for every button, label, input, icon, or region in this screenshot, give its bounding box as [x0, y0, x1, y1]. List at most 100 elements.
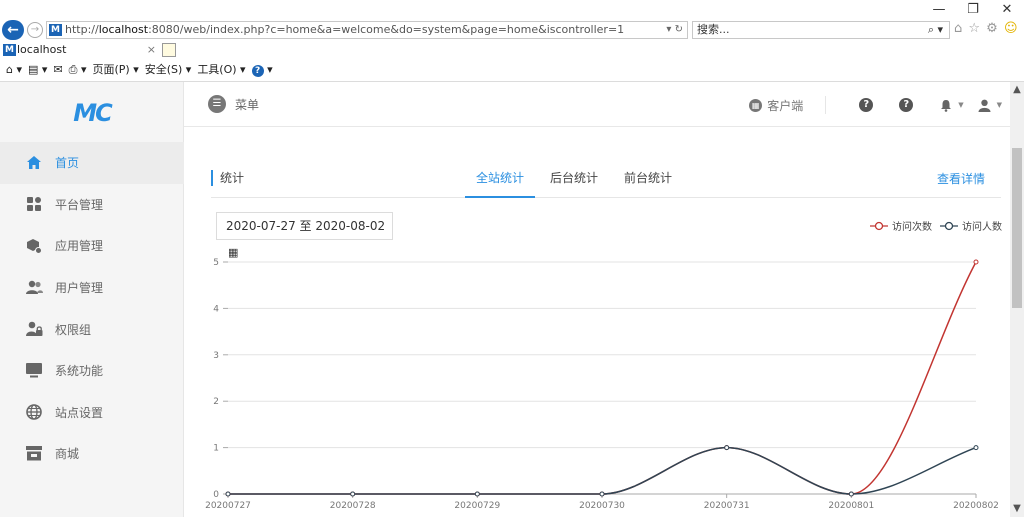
- menu-toggle-button[interactable]: ☰ 菜单: [208, 95, 259, 113]
- sidebar-item-platform[interactable]: 平台管理: [0, 184, 184, 226]
- tab-close-icon[interactable]: ×: [147, 41, 156, 59]
- stats-tabs: 全站统计 后台统计 前台统计: [465, 162, 687, 198]
- top-navbar: ☰ 菜单 ▦ 客户端 ? ? ▼ ▼: [184, 82, 1010, 127]
- tab-site-stats[interactable]: 全站统计: [465, 162, 536, 198]
- chevron-down-icon: ▼: [958, 101, 964, 109]
- close-window-button[interactable]: ✕: [990, 0, 1024, 20]
- data-point-1-4: [724, 445, 730, 451]
- home-star-gear-icons[interactable]: ⌂ ☆ ⚙: [954, 21, 999, 36]
- refresh-icon[interactable]: ▾ ↻: [666, 22, 683, 38]
- view-details-link[interactable]: 查看详情: [937, 170, 985, 187]
- menu-icon: ☰: [208, 95, 226, 113]
- feedback-smile-icon[interactable]: ☺: [1004, 21, 1019, 36]
- command-bar: ⌂ ▾ ▤ ▾ ✉ ⎙ ▾ 页面(P) ▾ 安全(S) ▾ 工具(O) ▾ ? …: [0, 60, 1024, 80]
- y-tick-label: 3: [213, 351, 219, 361]
- sidebar-item-label: 商城: [55, 447, 80, 462]
- sidebar-item-apps[interactable]: 应用管理: [0, 225, 184, 267]
- restore-button[interactable]: ❐: [956, 0, 990, 20]
- legend-label-visits: 访问次数: [892, 222, 932, 233]
- scroll-thumb[interactable]: [1012, 148, 1022, 308]
- series-line-0: [228, 261, 977, 495]
- chevron-down-icon: ▼: [996, 101, 1002, 109]
- legend-item-visitors[interactable]: 访问人数: [940, 218, 1002, 233]
- data-point-1-1: [350, 491, 356, 497]
- globe-icon: [25, 403, 43, 421]
- tab-frontend-stats[interactable]: 前台统计: [613, 162, 683, 198]
- legend-swatch-visitors: [940, 221, 958, 230]
- browser-search-input[interactable]: 搜索... ⌕ ▾: [692, 21, 950, 39]
- y-tick-label: 0: [213, 490, 219, 500]
- tab-backend-stats[interactable]: 后台统计: [539, 162, 609, 198]
- forward-button[interactable]: →: [27, 22, 43, 38]
- app-logo[interactable]: MC: [0, 82, 184, 142]
- page-menu[interactable]: 页面(P) ▾: [92, 60, 138, 80]
- date-range-picker[interactable]: 2020-07-27 至 2020-08-02 ▦: [216, 212, 393, 259]
- address-bar[interactable]: M http://localhost:8080/web/index.php?c=…: [46, 21, 688, 39]
- help-icon[interactable]: ?: [859, 98, 874, 112]
- sidebar-item-users[interactable]: 用户管理: [0, 267, 184, 309]
- feeds-menu[interactable]: ▤ ▾: [28, 60, 47, 80]
- url-host: localhost: [98, 23, 149, 36]
- user-lock-icon: [25, 320, 43, 338]
- new-tab-button[interactable]: [162, 43, 176, 57]
- sidebar-item-label: 首页: [55, 156, 80, 171]
- navigation-bar: ← → M http://localhost:8080/web/index.ph…: [0, 20, 1024, 40]
- series-line-1: [228, 446, 977, 495]
- sidebar-menu: 首页 平台管理 应用管理 用户管理 权限组 系统功能 站点设置 商城: [0, 142, 184, 475]
- notifications-dropdown[interactable]: ▼: [940, 99, 964, 112]
- sidebar-item-system[interactable]: 系统功能: [0, 350, 184, 392]
- browser-toolbar-icons[interactable]: ⌂ ☆ ⚙ ☺: [954, 21, 1019, 36]
- chart-legend: 访问次数 访问人数: [862, 218, 1002, 233]
- client-link[interactable]: ▦ 客户端: [749, 96, 827, 114]
- browser-tab[interactable]: M localhost ×: [0, 41, 158, 59]
- user-icon: [978, 99, 991, 112]
- stats-header: 统计 全站统计 后台统计 前台统计 查看详情: [211, 162, 1001, 198]
- sidebar-item-label: 用户管理: [55, 281, 104, 296]
- sidebar-item-shop[interactable]: 商城: [0, 433, 184, 475]
- y-tick-label: 2: [213, 397, 219, 407]
- mail-icon[interactable]: ✉: [53, 60, 62, 80]
- bell-icon: [941, 99, 952, 112]
- scroll-up-icon[interactable]: ▲: [1010, 82, 1024, 98]
- data-point-0-6: [973, 259, 979, 265]
- back-button[interactable]: ←: [2, 20, 24, 40]
- url-rest: :8080/web/index.php?c=home&a=welcome&do=…: [148, 23, 625, 36]
- legend-item-visits[interactable]: 访问次数: [870, 218, 932, 233]
- window-controls: — ❐ ✕: [922, 0, 1024, 20]
- help-icon-secondary[interactable]: ?: [899, 98, 914, 112]
- sidebar-item-label: 平台管理: [55, 197, 104, 212]
- menu-toggle-label: 菜单: [235, 97, 260, 112]
- x-tick-label: 20200731: [704, 501, 750, 511]
- main-content: 统计 全站统计 后台统计 前台统计 查看详情 2020-07-27 至 2020…: [184, 127, 1010, 517]
- sidebar-item-permission-groups[interactable]: 权限组: [0, 308, 184, 350]
- tab-favicon-icon: M: [3, 44, 16, 56]
- data-point-1-0: [225, 491, 231, 497]
- y-tick-label: 1: [213, 444, 219, 454]
- sidebar-item-label: 权限组: [55, 322, 92, 337]
- search-icon[interactable]: ⌕ ▾: [928, 22, 943, 38]
- x-tick-label: 20200801: [828, 501, 874, 511]
- app-root: MC 首页 平台管理 应用管理 用户管理 权限组 系统功能 站点设置 商城 ☰ …: [0, 82, 1010, 517]
- client-label: 客户端: [767, 98, 804, 113]
- home-menu[interactable]: ⌂ ▾: [6, 60, 22, 80]
- data-point-1-2: [474, 491, 480, 497]
- legend-swatch-visits: [870, 221, 888, 230]
- tools-menu[interactable]: 工具(O) ▾: [197, 60, 245, 80]
- sidebar: MC 首页 平台管理 应用管理 用户管理 权限组 系统功能 站点设置 商城: [0, 82, 184, 517]
- safety-menu[interactable]: 安全(S) ▾: [145, 60, 192, 80]
- data-point-1-5: [848, 491, 854, 497]
- stats-title: 统计: [211, 170, 244, 186]
- help-menu[interactable]: ? ▾: [251, 60, 273, 80]
- print-menu[interactable]: ⎙ ▾: [69, 60, 87, 80]
- sidebar-item-home[interactable]: 首页: [0, 142, 184, 184]
- scroll-down-icon[interactable]: ▼: [1010, 501, 1024, 517]
- y-tick-label: 5: [213, 258, 219, 268]
- sidebar-item-site-settings[interactable]: 站点设置: [0, 392, 184, 434]
- page-scrollbar[interactable]: ▲ ▼: [1010, 82, 1024, 517]
- browser-chrome: — ❐ ✕ ← → M http://localhost:8080/web/in…: [0, 0, 1024, 82]
- topbar-actions: ▦ 客户端 ? ? ▼ ▼: [749, 94, 1002, 116]
- minimize-button[interactable]: —: [922, 0, 956, 20]
- data-point-1-3: [599, 491, 605, 497]
- user-dropdown[interactable]: ▼: [978, 99, 1002, 112]
- grid-icon: [25, 195, 43, 213]
